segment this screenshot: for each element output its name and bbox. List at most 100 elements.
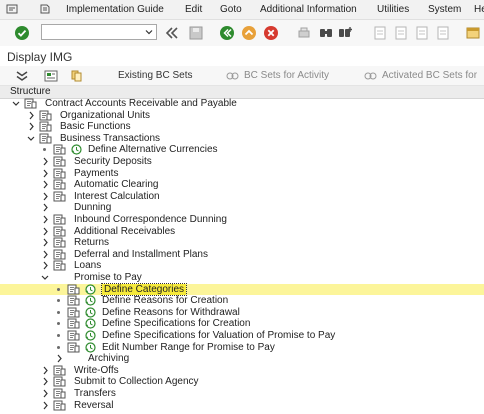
tree-node[interactable]: Define Alternative Currencies xyxy=(0,144,484,156)
enter-check-icon[interactable] xyxy=(14,25,30,41)
documentation-icon[interactable] xyxy=(67,342,80,353)
tree-node-label[interactable]: Define Alternative Currencies xyxy=(88,144,218,156)
tree-node-label[interactable]: Archiving xyxy=(88,353,129,365)
tree-node-label[interactable]: Automatic Clearing xyxy=(74,179,158,191)
tree-node-label[interactable]: Returns xyxy=(74,237,109,249)
tree-node[interactable]: Basic Functions xyxy=(0,121,484,133)
documentation-icon[interactable] xyxy=(53,168,66,179)
tree-node[interactable]: Define Reasons for Withdrawal xyxy=(0,307,484,319)
tree-node[interactable]: Organizational Units xyxy=(0,110,484,122)
tree-node-label[interactable]: Define Reasons for Withdrawal xyxy=(102,307,240,319)
tree-node[interactable]: Define Specifications for Creation xyxy=(0,318,484,330)
menu-system[interactable]: System xyxy=(428,4,461,15)
execute-activity-icon[interactable] xyxy=(85,283,96,295)
tree-node-label[interactable]: Deferral and Installment Plans xyxy=(74,249,208,261)
tree-node[interactable]: Edit Number Range for Promise to Pay xyxy=(0,342,484,354)
tree-node[interactable]: Contract Accounts Receivable and Payable xyxy=(0,98,484,110)
documentation-icon[interactable] xyxy=(39,121,52,132)
tree-node[interactable]: Inbound Correspondence Dunning xyxy=(0,214,484,226)
tree-node-label[interactable]: Define Reasons for Creation xyxy=(102,295,228,307)
collapsed-chevron-icon[interactable] xyxy=(41,203,49,212)
tree-node[interactable]: Archiving xyxy=(0,353,484,365)
tree-node[interactable]: Promise to Pay xyxy=(0,272,484,284)
window-menu-icon[interactable] xyxy=(6,3,20,15)
tree-node-label[interactable]: Basic Functions xyxy=(60,121,131,133)
tree-node[interactable]: Define Specifications for Valuation of P… xyxy=(0,330,484,342)
tree-node-label[interactable]: Additional Receivables xyxy=(74,226,175,238)
tree-node[interactable]: Additional Receivables xyxy=(0,226,484,238)
customizing-icon[interactable] xyxy=(38,3,52,15)
tree-node[interactable]: Payments xyxy=(0,168,484,180)
print-icon[interactable] xyxy=(296,25,312,41)
collapsed-chevron-icon[interactable] xyxy=(41,180,49,189)
documentation-icon[interactable] xyxy=(24,98,37,109)
tree-node-label[interactable]: Dunning xyxy=(74,202,111,214)
tree-node-label[interactable]: Reversal xyxy=(74,400,113,412)
tree-node[interactable]: Deferral and Installment Plans xyxy=(0,249,484,261)
last-page-icon[interactable] xyxy=(435,25,451,41)
tree-node-label[interactable]: Transfers xyxy=(74,388,116,400)
documentation-icon[interactable] xyxy=(67,318,80,329)
documentation-icon[interactable] xyxy=(53,249,66,260)
collapsed-chevron-icon[interactable] xyxy=(55,354,63,363)
tree-node-label[interactable]: Inbound Correspondence Dunning xyxy=(74,214,227,226)
collapsed-chevron-icon[interactable] xyxy=(41,261,49,270)
exit-icon[interactable] xyxy=(241,25,257,41)
documentation-icon[interactable] xyxy=(53,226,66,237)
menu-utilities[interactable]: Utilities xyxy=(377,4,409,15)
tree-node[interactable]: Reversal xyxy=(0,400,484,412)
tree-node-label[interactable]: Loans xyxy=(74,260,101,272)
existing-bc-sets-button[interactable]: Existing BC Sets xyxy=(118,70,192,81)
documentation-icon[interactable] xyxy=(53,376,66,387)
tree-node[interactable]: Define Reasons for Creation xyxy=(0,295,484,307)
collapsed-chevron-icon[interactable] xyxy=(41,401,49,410)
command-field[interactable] xyxy=(41,24,157,40)
collapsed-chevron-icon[interactable] xyxy=(41,238,49,247)
execute-activity-icon[interactable] xyxy=(85,341,96,353)
execute-activity-icon[interactable] xyxy=(71,144,82,155)
tree-node-label[interactable]: Organizational Units xyxy=(60,110,150,122)
tree-node-label[interactable]: Define Categories xyxy=(100,282,188,297)
tree-node[interactable]: Loans xyxy=(0,260,484,272)
tree-node-label[interactable]: Promise to Pay xyxy=(74,272,142,284)
execute-activity-icon[interactable] xyxy=(85,295,96,306)
previous-page-icon[interactable] xyxy=(393,25,409,41)
collapsed-chevron-icon[interactable] xyxy=(41,389,49,398)
collapsed-chevron-icon[interactable] xyxy=(41,215,49,224)
collapsed-chevron-icon[interactable] xyxy=(41,169,49,178)
tree-node[interactable]: Automatic Clearing xyxy=(0,179,484,191)
documentation-icon[interactable] xyxy=(53,388,66,399)
create-session-icon[interactable] xyxy=(465,25,481,41)
documentation-icon[interactable] xyxy=(67,307,80,318)
find-next-icon[interactable] xyxy=(338,25,354,41)
tree-node-label[interactable]: Edit Number Range for Promise to Pay xyxy=(102,342,275,354)
documentation-icon[interactable] xyxy=(53,191,66,202)
execute-activity-icon[interactable] xyxy=(85,307,96,318)
tree-node[interactable]: Submit to Collection Agency xyxy=(0,376,484,388)
collapsed-chevron-icon[interactable] xyxy=(41,157,49,166)
collapsed-chevron-icon[interactable] xyxy=(41,377,49,386)
menu-additional-information[interactable]: Additional Information xyxy=(260,4,357,15)
tree-node-label[interactable]: Contract Accounts Receivable and Payable xyxy=(45,98,237,110)
collapsed-chevron-icon[interactable] xyxy=(27,122,35,131)
collapsed-chevron-icon[interactable] xyxy=(41,250,49,259)
tree-node[interactable]: Returns xyxy=(0,237,484,249)
back-icon[interactable] xyxy=(219,25,235,41)
save-icon[interactable] xyxy=(188,25,204,41)
execute-activity-icon[interactable] xyxy=(85,318,96,329)
node-details-icon[interactable] xyxy=(44,70,58,82)
menu-goto[interactable]: Goto xyxy=(220,4,242,15)
expanded-chevron-icon[interactable] xyxy=(41,273,49,282)
tree-node[interactable]: Interest Calculation xyxy=(0,191,484,203)
tree-node[interactable]: Business Transactions xyxy=(0,133,484,145)
tree-node-label[interactable]: Business Transactions xyxy=(60,133,160,145)
tree-node-label[interactable]: Submit to Collection Agency xyxy=(74,376,199,388)
activated-bc-sets-button[interactable]: Activated BC Sets for xyxy=(382,70,477,81)
documentation-icon[interactable] xyxy=(39,110,52,121)
collapsed-chevron-icon[interactable] xyxy=(41,366,49,375)
documentation-icon[interactable] xyxy=(53,237,66,248)
expanded-chevron-icon[interactable] xyxy=(12,99,20,108)
chevron-down-icon[interactable] xyxy=(145,28,153,36)
menu-help[interactable]: Help xyxy=(474,4,484,15)
tree-node[interactable]: Transfers xyxy=(0,388,484,400)
